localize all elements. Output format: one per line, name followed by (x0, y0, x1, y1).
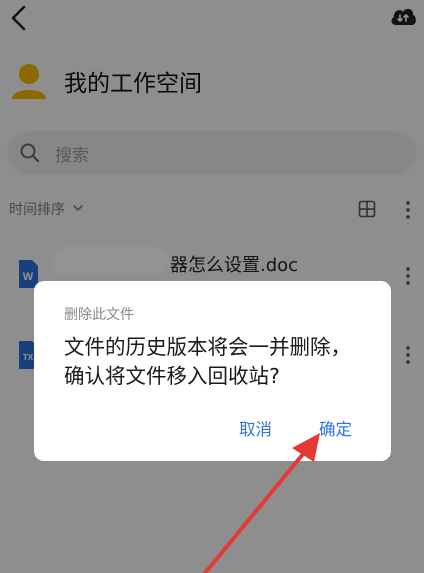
confirm-button[interactable]: 确定 (319, 416, 352, 440)
dialog-title: 删除此文件 (64, 307, 134, 323)
delete-confirm-dialog: 删除此文件 文件的历史版本将会一并删除，确认将文件移入回收站? 取消 确定 (34, 281, 391, 461)
dialog-message: 文件的历史版本将会一并删除，确认将文件移入回收站? (64, 335, 351, 388)
cancel-button[interactable]: 取消 (239, 416, 272, 440)
